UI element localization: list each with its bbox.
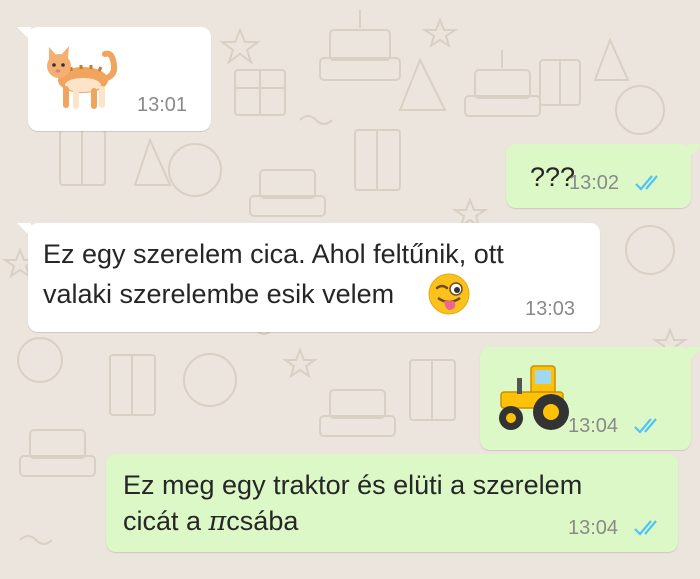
confetti-doodle — [299, 115, 333, 125]
message-text-line: cicát a πcsába — [123, 502, 298, 541]
message-timestamp: 13:04 — [568, 415, 619, 437]
bubble-tail — [688, 347, 700, 361]
outgoing-message-bubble[interactable]: 13:04 — [480, 347, 700, 450]
incoming-message-bubble[interactable]: 13:01 — [17, 27, 211, 131]
outgoing-message-bubble[interactable]: Ez meg egy traktor és elüti a szerelem c… — [106, 454, 678, 552]
face-doodle — [615, 85, 665, 135]
gift-doodle — [409, 359, 456, 421]
read-receipt-icon — [634, 520, 657, 536]
gift-doodle — [59, 129, 106, 186]
gift-doodle — [234, 69, 286, 116]
face-doodle — [168, 143, 222, 197]
message-timestamp: 13:01 — [137, 94, 188, 116]
star-doodle — [421, 17, 459, 49]
cake-doodle — [319, 389, 396, 437]
message-text-line: Ez egy szerelem cica. Ahol feltűnik, ott — [43, 239, 504, 269]
message-text: cicát a — [123, 506, 209, 536]
pi-symbol: π — [208, 506, 227, 537]
bubble-tail — [17, 223, 31, 237]
message-text-line: valaki szerelembe esik velem — [43, 279, 395, 309]
party-hat-doodle — [593, 37, 630, 81]
cake-doodle — [464, 50, 541, 117]
read-receipt-icon — [634, 418, 657, 434]
face-doodle — [625, 225, 675, 275]
gift-doodle — [354, 129, 401, 191]
gift-doodle — [109, 354, 156, 416]
gift-doodle — [539, 59, 581, 106]
incoming-message-bubble[interactable]: Ez egy szerelem cica. Ahol feltűnik, ott… — [17, 223, 600, 332]
read-receipt-icon — [635, 175, 658, 191]
star-doodle — [218, 27, 262, 65]
party-hat-doodle — [398, 57, 447, 111]
face-doodle — [17, 337, 63, 383]
party-hat-doodle — [133, 137, 172, 186]
star-doodle — [281, 347, 319, 379]
winking-tongue-face-emoji — [428, 273, 470, 315]
cake-doodle — [19, 429, 96, 477]
message-text: csába — [226, 506, 299, 536]
cake-doodle — [249, 169, 326, 217]
bubble-tail — [17, 27, 31, 41]
confetti-doodle — [19, 535, 53, 545]
outgoing-message-bubble[interactable]: ??? 13:02 — [506, 144, 700, 208]
message-text-line: Ez meg egy traktor és elüti a szerelem — [123, 470, 583, 500]
message-timestamp: 13:03 — [525, 298, 576, 320]
message-timestamp: 13:04 — [568, 517, 619, 539]
bubble-tail — [688, 144, 700, 158]
cake-doodle — [319, 10, 401, 81]
tractor-emoji — [499, 365, 569, 430]
message-timestamp: 13:02 — [569, 172, 620, 194]
face-doodle — [183, 353, 237, 407]
cat-emoji — [47, 46, 118, 109]
